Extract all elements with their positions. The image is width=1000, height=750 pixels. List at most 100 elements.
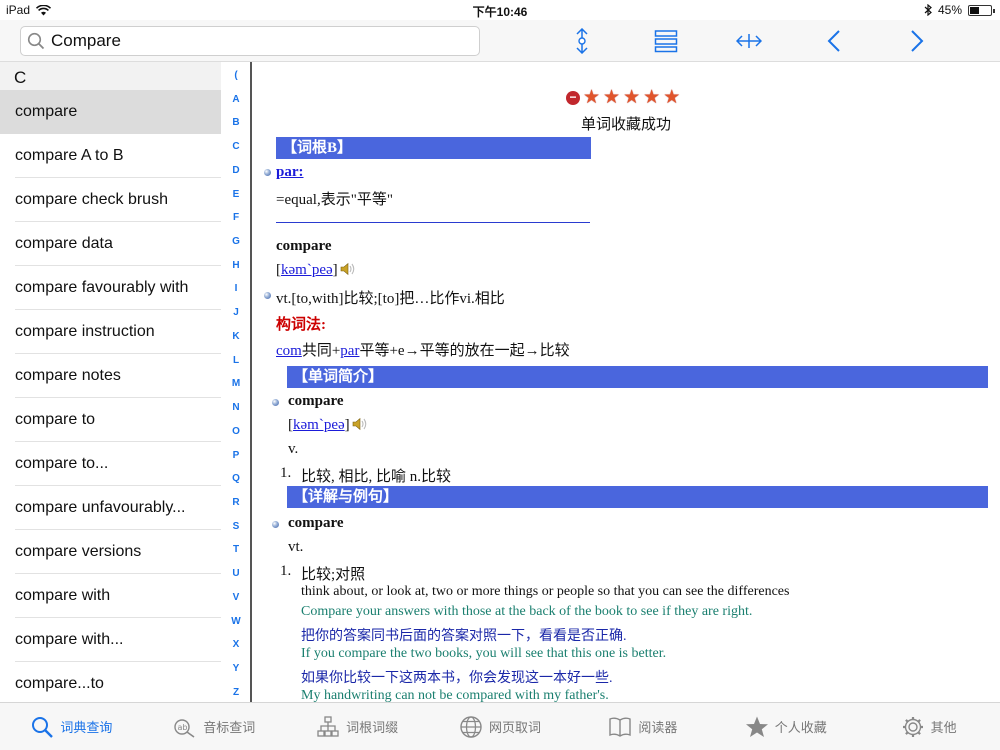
bluetooth-icon xyxy=(924,4,932,16)
word-list-item[interactable]: compare versions xyxy=(0,530,221,574)
index-letter[interactable]: O xyxy=(232,426,240,437)
section-header: C xyxy=(0,62,221,90)
index-letter[interactable]: Q xyxy=(232,473,240,484)
word-list-item[interactable]: compare check brush xyxy=(0,178,221,222)
root-section-header: 【词根B】 xyxy=(276,137,591,159)
root-word-link[interactable]: par: xyxy=(276,164,304,180)
tab-hierarchy[interactable]: 词根词缀 xyxy=(286,703,429,750)
index-letter[interactable]: I xyxy=(235,283,238,294)
index-letter[interactable]: D xyxy=(232,165,239,176)
chevron-left-icon xyxy=(827,30,840,52)
tab-label: 音标查词 xyxy=(203,721,256,736)
intro-word: compare xyxy=(288,393,344,409)
star-icon[interactable]: ★ xyxy=(583,88,600,107)
expand-horizontal-icon xyxy=(736,34,762,48)
star-icon[interactable]: ★ xyxy=(663,88,680,107)
expand-horizontal-button[interactable] xyxy=(735,28,763,54)
headword: compare xyxy=(276,238,332,254)
intro-section-header: 【单词简介】 xyxy=(287,366,988,388)
index-letter[interactable]: W xyxy=(231,616,240,627)
intro-phonetic[interactable]: kəm`peə xyxy=(293,417,345,433)
index-letter[interactable]: N xyxy=(232,402,239,413)
index-letter[interactable]: B xyxy=(232,117,239,128)
index-letter[interactable]: P xyxy=(233,450,240,461)
toolbar xyxy=(0,20,1000,62)
rating-stars[interactable]: ★ ★ ★ ★ ★ xyxy=(583,88,680,107)
tab-label: 网页取词 xyxy=(489,721,542,736)
search-box[interactable] xyxy=(20,26,480,56)
formation-part-par[interactable]: par xyxy=(340,343,359,359)
phonetic[interactable]: kəm`peə xyxy=(281,262,333,278)
section-separator xyxy=(276,222,590,223)
index-letter[interactable]: J xyxy=(233,307,239,318)
detail-section-header: 【详解与例句】 xyxy=(287,486,988,508)
index-letter[interactable]: F xyxy=(233,212,239,223)
word-list-item[interactable]: compare to... xyxy=(0,442,221,486)
index-letter[interactable]: G xyxy=(232,236,240,247)
index-letter[interactable]: C xyxy=(232,141,239,152)
tab-label: 其他 xyxy=(930,721,957,736)
formation-part-com[interactable]: com xyxy=(276,343,302,359)
next-button[interactable] xyxy=(903,28,931,54)
bullet-icon xyxy=(272,399,279,406)
battery-icon xyxy=(968,4,995,16)
speaker-icon[interactable] xyxy=(340,262,356,276)
speaker-icon[interactable] xyxy=(352,417,368,431)
index-letter[interactable]: Z xyxy=(233,687,239,698)
index-letter[interactable]: X xyxy=(233,639,240,650)
tab-search[interactable]: 词典查询 xyxy=(0,703,143,750)
index-letter[interactable]: M xyxy=(232,378,240,389)
index-letter[interactable]: Y xyxy=(233,663,240,674)
word-list-item[interactable]: compare notes xyxy=(0,354,221,398)
tab-phonetic[interactable]: ab 音标查词 xyxy=(143,703,286,750)
word-list-item[interactable]: compare data xyxy=(0,222,221,266)
word-list-item[interactable]: compare to xyxy=(0,398,221,442)
star-icon xyxy=(745,716,768,737)
star-icon[interactable]: ★ xyxy=(603,88,620,107)
tab-gear[interactable]: 其他 xyxy=(857,703,1000,750)
formation-line: com共同+par平等+e→平等的放在一起→比较 xyxy=(276,339,570,360)
index-letter[interactable]: V xyxy=(233,592,240,603)
word-list-item[interactable]: compare with... xyxy=(0,618,221,662)
saved-message: 单词收藏成功 xyxy=(580,116,671,133)
example-en: My handwriting can not be compared with … xyxy=(301,688,609,702)
tab-star[interactable]: 个人收藏 xyxy=(714,703,857,750)
status-bar: iPad 下午10:46 45% xyxy=(0,0,1000,20)
tab-book[interactable]: 阅读器 xyxy=(571,703,714,750)
star-icon[interactable]: ★ xyxy=(623,88,640,107)
svg-text:ab: ab xyxy=(178,723,188,732)
index-letter[interactable]: A xyxy=(232,94,239,105)
word-list-item[interactable]: compare unfavourably... xyxy=(0,486,221,530)
alphabet-index-bar[interactable]: ( A B C D E F G H I J K L M N O P Q R S T U V W X Y Z xyxy=(221,70,251,698)
remove-favorite-icon[interactable]: − xyxy=(566,91,580,105)
index-letter[interactable]: U xyxy=(232,568,239,579)
index-letter[interactable]: R xyxy=(232,497,239,508)
detail-pos: vt. xyxy=(288,539,304,555)
index-letter[interactable]: L xyxy=(233,355,239,366)
word-list-item[interactable]: compare favourably with xyxy=(0,266,221,310)
word-list-item[interactable]: compare instruction xyxy=(0,310,221,354)
tab-globe[interactable]: 网页取词 xyxy=(429,703,572,750)
index-letter[interactable]: H xyxy=(232,260,239,271)
star-icon[interactable]: ★ xyxy=(643,88,660,107)
bullet-icon xyxy=(272,521,279,528)
detail-sense: 比较;对照 xyxy=(301,567,366,583)
index-letter[interactable]: E xyxy=(233,189,240,200)
root-meaning: =equal,表示"平等" xyxy=(276,192,393,208)
index-letter[interactable]: S xyxy=(233,521,240,532)
index-letter[interactable]: T xyxy=(233,544,239,555)
word-list-item[interactable]: compare with xyxy=(0,574,221,618)
word-list-item[interactable]: compare A to B xyxy=(0,134,221,178)
index-letter[interactable]: K xyxy=(232,331,239,342)
expand-vertical-button[interactable] xyxy=(568,28,596,54)
bullet-icon xyxy=(264,292,271,299)
book-icon xyxy=(609,717,632,737)
word-list-item[interactable]: compare xyxy=(0,90,221,134)
search-input[interactable] xyxy=(51,31,451,51)
word-list-item[interactable]: compare...to xyxy=(0,662,221,702)
word-list-pane: C compare compare A to Bcompare check bru… xyxy=(0,62,221,702)
index-letter[interactable]: ( xyxy=(234,70,237,81)
previous-button[interactable] xyxy=(820,28,848,54)
battery-level xyxy=(970,6,979,14)
list-view-button[interactable] xyxy=(652,28,680,54)
